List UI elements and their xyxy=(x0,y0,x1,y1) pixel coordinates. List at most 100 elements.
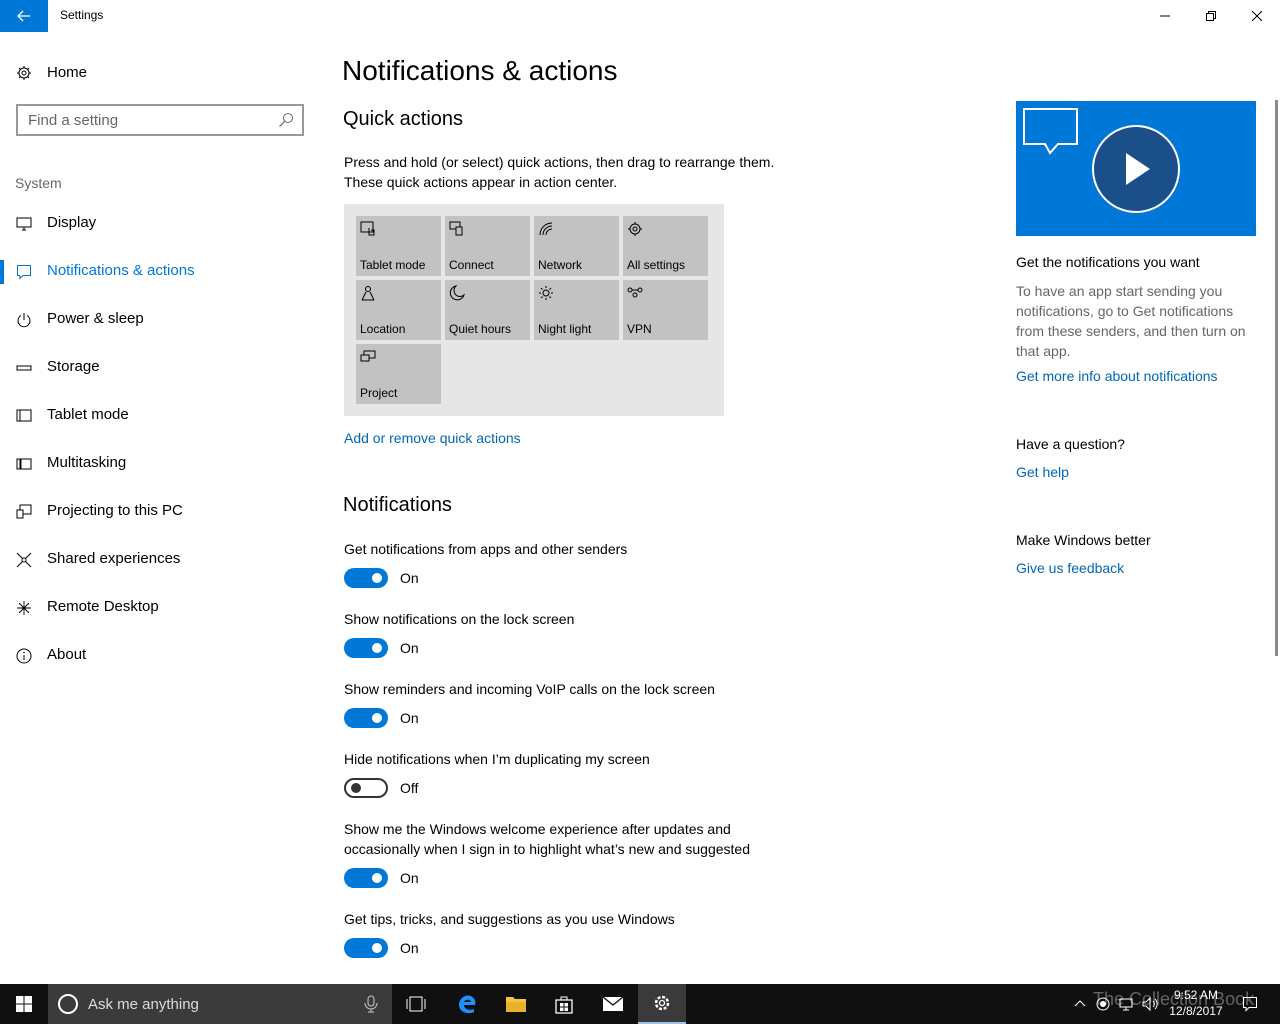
minimize-button[interactable] xyxy=(1142,0,1188,32)
toggle-state: On xyxy=(400,640,419,656)
quick-actions-panel: Tablet mode Connect Network All settings… xyxy=(344,204,724,416)
store-icon xyxy=(555,996,573,1014)
mail-icon xyxy=(602,996,624,1011)
quick-action-tile[interactable]: Connect xyxy=(445,216,530,276)
more-info-link[interactable]: Get more info about notifications xyxy=(1016,368,1218,384)
microphone-icon[interactable] xyxy=(364,995,378,1013)
chevron-up-icon[interactable] xyxy=(1072,996,1088,1012)
sidebar-item-storage[interactable]: Storage xyxy=(0,348,320,388)
tile-label: All settings xyxy=(627,258,686,272)
multitasking-icon xyxy=(16,458,32,470)
volume-icon[interactable] xyxy=(1142,996,1158,1012)
minimize-icon xyxy=(1160,15,1170,17)
quick-action-tile[interactable]: Tablet mode xyxy=(356,216,441,276)
folder-icon xyxy=(506,997,526,1012)
sidebar-item-notifications[interactable]: Notifications & actions xyxy=(0,252,320,292)
taskbar-search-box[interactable]: Ask me anything xyxy=(48,984,392,1024)
store-button[interactable] xyxy=(540,984,588,1024)
file-explorer-button[interactable] xyxy=(492,984,540,1024)
tile-label: Night light xyxy=(538,322,592,336)
mail-button[interactable] xyxy=(589,984,637,1024)
projecting-icon xyxy=(16,504,32,519)
quick-action-tile[interactable]: Network xyxy=(534,216,619,276)
toggle-knob xyxy=(372,943,382,953)
sidebar-item-display[interactable]: Display xyxy=(0,204,320,244)
toggle-app-notifications[interactable] xyxy=(344,568,388,588)
display-icon xyxy=(16,217,32,231)
toggle-state: On xyxy=(400,710,419,726)
sidebar-item-label: Power & sleep xyxy=(47,310,144,327)
quick-action-tile[interactable]: Location xyxy=(356,280,441,340)
toggle-reminders-voip[interactable] xyxy=(344,708,388,728)
quick-action-tile[interactable]: VPN xyxy=(623,280,708,340)
sidebar-item-label: Remote Desktop xyxy=(47,598,159,615)
setting-label: Get notifications from apps and other se… xyxy=(344,541,628,557)
tile-label: Network xyxy=(538,258,583,272)
give-feedback-link[interactable]: Give us feedback xyxy=(1016,560,1124,576)
restore-icon xyxy=(1206,11,1216,21)
toggle-welcome-experience[interactable] xyxy=(344,868,388,888)
clock-time[interactable]: 9:52 AM xyxy=(1168,988,1224,1003)
app-title: Settings xyxy=(60,8,104,22)
gear-icon xyxy=(628,222,642,236)
edge-icon xyxy=(459,995,476,1014)
start-button[interactable] xyxy=(0,984,48,1024)
quick-action-tile[interactable]: Night light xyxy=(534,280,619,340)
taskbar: Ask me anything The Collection Book 9:52… xyxy=(0,984,1280,1024)
sidebar-item-tablet-mode[interactable]: Tablet mode xyxy=(0,396,320,436)
clock-date[interactable]: 12/8/2017 xyxy=(1168,1004,1224,1018)
search-icon[interactable] xyxy=(278,112,294,128)
settings-window: Settings Home System Display Notificatio… xyxy=(0,0,1280,1024)
sidebar-item-label: Notifications & actions xyxy=(47,262,195,279)
remote-desktop-icon xyxy=(17,601,31,615)
toggle-hide-when-duplicating[interactable] xyxy=(344,778,388,798)
quick-action-tile[interactable]: Quiet hours xyxy=(445,280,530,340)
toggle-state: On xyxy=(400,570,419,586)
sidebar-item-label: Display xyxy=(47,214,97,231)
action-center-icon[interactable] xyxy=(1242,996,1258,1012)
restore-button[interactable] xyxy=(1188,0,1234,32)
sidebar-item-shared-experiences[interactable]: Shared experiences xyxy=(0,540,320,580)
sidebar-item-remote-desktop[interactable]: Remote Desktop xyxy=(0,588,320,628)
sidebar-item-multitasking[interactable]: Multitasking xyxy=(0,444,320,484)
setting-label: Show reminders and incoming VoIP calls o… xyxy=(344,681,715,697)
vpn-icon xyxy=(627,287,643,298)
back-button[interactable] xyxy=(0,0,48,32)
sun-icon xyxy=(539,286,553,300)
sidebar-item-label: Projecting to this PC xyxy=(47,502,183,519)
quick-action-tile[interactable]: Project xyxy=(356,344,441,404)
sidebar-item-power-sleep[interactable]: Power & sleep xyxy=(0,300,320,340)
search-input[interactable] xyxy=(18,106,268,134)
info-text: To have an app start sending you notific… xyxy=(1016,283,1246,359)
project-icon xyxy=(360,350,376,362)
sidebar-item-projecting[interactable]: Projecting to this PC xyxy=(0,492,320,532)
gear-icon xyxy=(654,995,670,1011)
gear-icon xyxy=(17,66,31,80)
notifications-icon xyxy=(17,265,31,280)
toggle-knob xyxy=(372,873,382,883)
tile-label: VPN xyxy=(627,322,652,336)
toggle-state: Off xyxy=(400,780,419,796)
network-tray-icon[interactable] xyxy=(1118,996,1134,1012)
sidebar-item-label: About xyxy=(47,646,87,663)
notifications-video-thumbnail[interactable] xyxy=(1016,101,1256,236)
task-view-button[interactable] xyxy=(392,984,440,1024)
settings-taskbar-button[interactable] xyxy=(638,984,686,1024)
settings-search[interactable] xyxy=(16,104,304,136)
nav-home[interactable]: Home xyxy=(0,56,320,90)
toggle-tips-tricks[interactable] xyxy=(344,938,388,958)
play-icon xyxy=(1023,108,1180,213)
get-help-link[interactable]: Get help xyxy=(1016,464,1069,480)
sidebar-item-label: Shared experiences xyxy=(47,550,181,567)
quick-action-tile[interactable]: All settings xyxy=(623,216,708,276)
record-icon[interactable] xyxy=(1095,996,1111,1012)
sidebar-item-about[interactable]: About xyxy=(0,636,320,676)
edge-taskbar-button[interactable] xyxy=(443,984,491,1024)
setting-label: Get tips, tricks, and suggestions as you… xyxy=(344,911,675,927)
info-icon xyxy=(16,648,32,664)
sidebar-item-label: Storage xyxy=(47,358,100,375)
add-remove-quick-actions-link[interactable]: Add or remove quick actions xyxy=(344,430,521,446)
scrollbar[interactable] xyxy=(1275,100,1278,656)
toggle-lock-screen-notifications[interactable] xyxy=(344,638,388,658)
close-button[interactable] xyxy=(1234,0,1280,32)
